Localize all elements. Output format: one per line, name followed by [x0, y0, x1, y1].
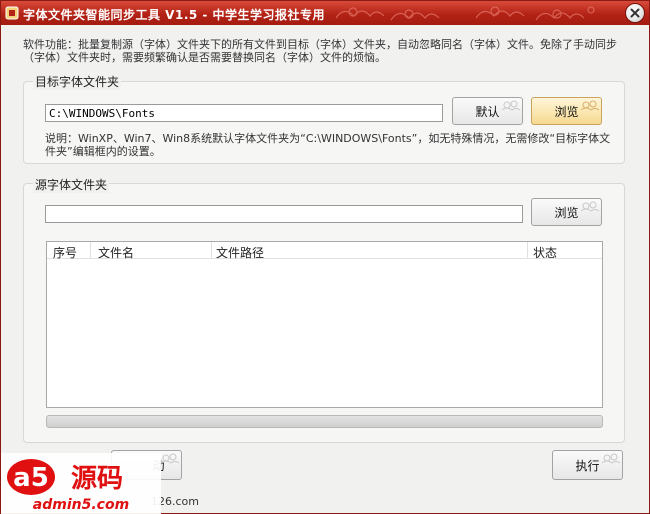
close-button[interactable]: [625, 3, 645, 23]
cloud-pattern-icon: [335, 7, 440, 21]
app-icon: [5, 6, 19, 20]
file-list-header: 序号 文件名 文件路径 状态: [47, 242, 602, 261]
cloud-ornament-icon: [580, 100, 600, 111]
default-button-label: 默认: [475, 104, 500, 119]
column-separator[interactable]: [211, 242, 212, 259]
target-browse-button[interactable]: 浏览: [531, 97, 602, 125]
cloud-ornament-icon: [601, 453, 621, 464]
svg-text:a5: a5: [13, 463, 49, 493]
execute-button[interactable]: 执行: [552, 450, 623, 480]
svg-text:admin5.com: admin5.com: [33, 497, 129, 513]
a5-watermark-logo: a5 源码 admin5.com: [1, 453, 161, 514]
target-browse-label: 浏览: [554, 104, 579, 119]
source-browse-button[interactable]: 浏览: [531, 198, 602, 226]
column-separator[interactable]: [527, 242, 528, 259]
title-bar[interactable]: 字体文件夹智能同步工具 V1.5 - 中学生学习报社专用: [1, 1, 649, 25]
file-list[interactable]: 序号 文件名 文件路径 状态: [46, 241, 603, 408]
source-browse-label: 浏览: [554, 205, 579, 220]
cloud-ornament-icon: [501, 100, 521, 111]
cloud-pattern-icon: [475, 6, 595, 21]
progress-bar: [46, 415, 603, 428]
source-folder-label: 源字体文件夹: [33, 176, 110, 193]
target-folder-input[interactable]: C:\WINDOWS\Fonts: [45, 104, 443, 122]
close-icon: [630, 8, 640, 18]
execute-button-label: 执行: [575, 458, 600, 473]
app-window: 字体文件夹智能同步工具 V1.5 - 中学生学习报社专用 软件功能：批量复制源（…: [0, 0, 650, 514]
column-separator[interactable]: [90, 242, 91, 259]
column-header-filename[interactable]: 文件名: [98, 244, 134, 261]
source-folder-input[interactable]: [45, 205, 523, 223]
window-title: 字体文件夹智能同步工具 V1.5 - 中学生学习报社专用: [23, 8, 326, 22]
svg-text:源码: 源码: [71, 464, 123, 494]
cloud-ornament-icon: [580, 201, 600, 212]
target-folder-label: 目标字体文件夹: [33, 73, 122, 90]
column-header-status[interactable]: 状态: [533, 244, 557, 261]
target-folder-note: 说明：WinXP、Win7、Win8系统默认字体文件夹为“C:\WINDOWS\…: [45, 132, 611, 158]
default-button[interactable]: 默认: [452, 97, 523, 125]
column-header-filepath[interactable]: 文件路径: [216, 244, 264, 261]
cloud-ornament-icon: [160, 453, 180, 464]
column-header-index[interactable]: 序号: [53, 244, 77, 261]
function-description: 软件功能：批量复制源（字体）文件夹下的所有文件到目标（字体）文件夹，自动忽略同名…: [23, 38, 617, 64]
